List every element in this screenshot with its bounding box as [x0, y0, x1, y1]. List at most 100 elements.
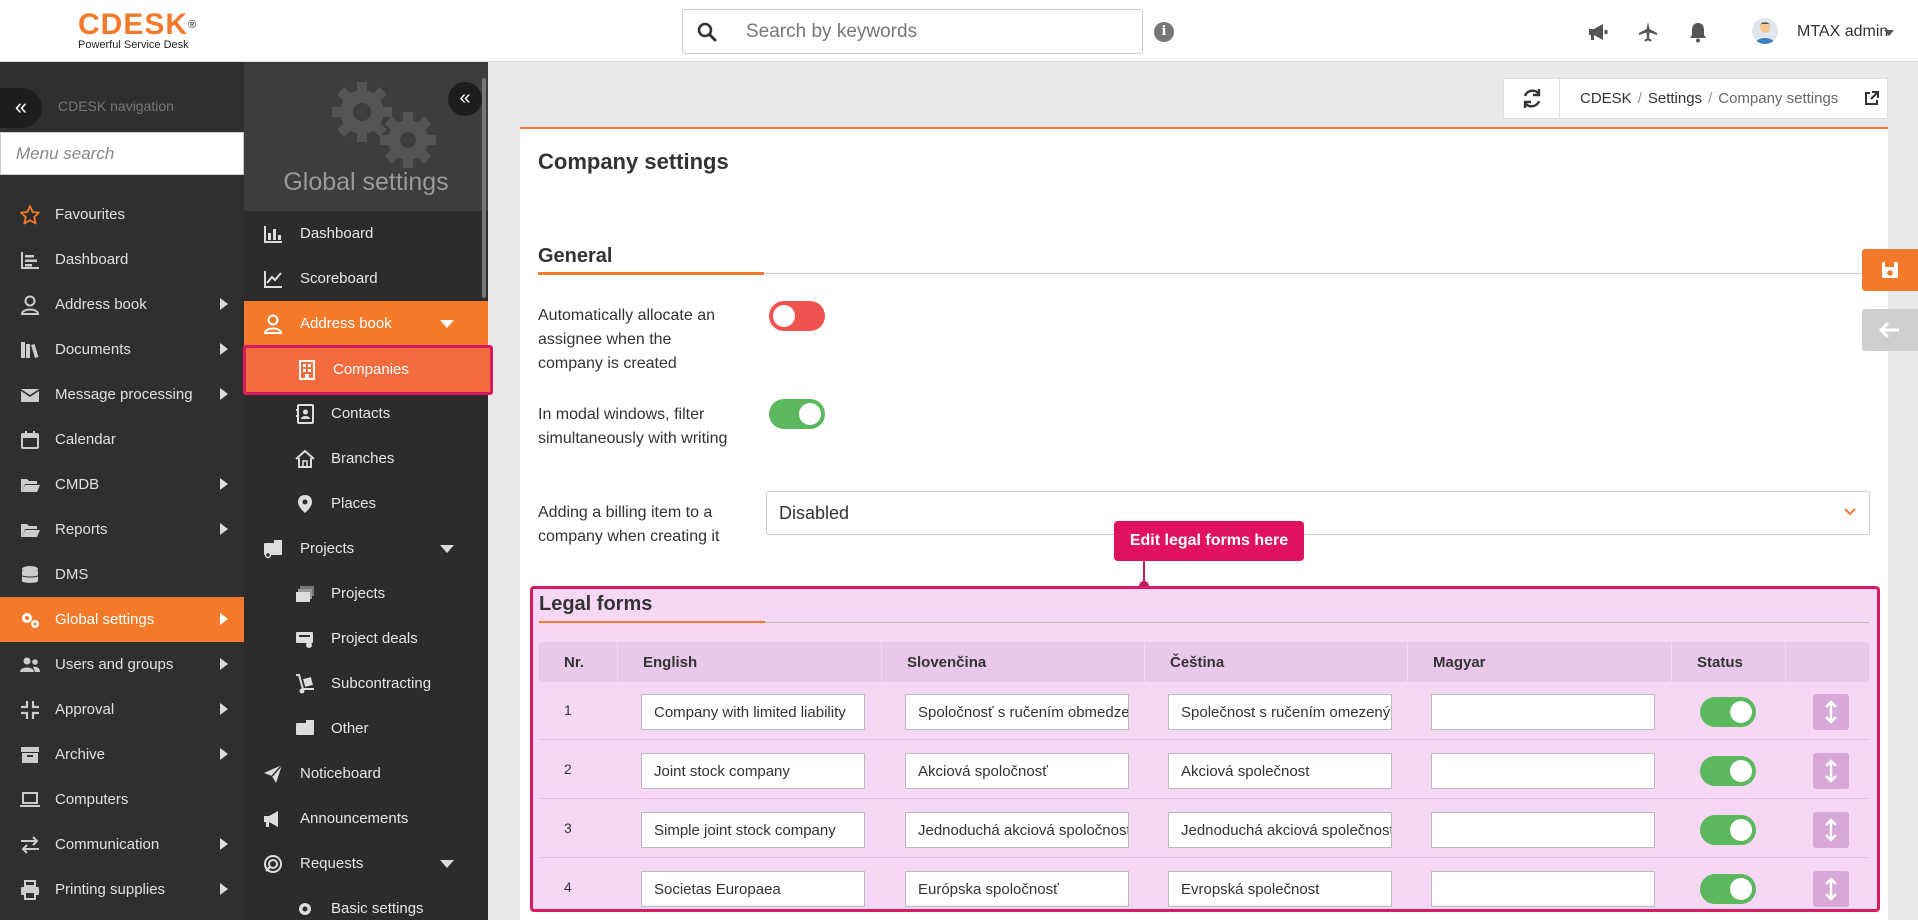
sidebar-item-calendar[interactable]: Calendar — [0, 417, 244, 462]
sidebar-item-favourites[interactable]: Favourites — [0, 192, 244, 237]
caret-down-icon — [440, 860, 454, 868]
drag-handle[interactable] — [1813, 812, 1849, 848]
legal-form-hungarian-input[interactable] — [1431, 694, 1655, 730]
settings-item-requests[interactable]: Requests — [244, 841, 488, 886]
breadcrumb-current: Company settings — [1718, 90, 1839, 107]
chevron-right-icon — [220, 298, 228, 310]
drag-handle[interactable] — [1813, 871, 1849, 907]
settings-item-projects-sub[interactable]: Projects — [244, 571, 488, 616]
row-number: 3 — [564, 820, 572, 836]
chevron-right-icon — [220, 478, 228, 490]
drag-handle[interactable] — [1813, 694, 1849, 730]
collapse-sidebar-button[interactable]: « — [0, 88, 42, 128]
breadcrumb-settings[interactable]: Settings — [1648, 90, 1702, 107]
sidebar-item-archive[interactable]: Archive — [0, 732, 244, 777]
megaphone-icon[interactable] — [1586, 20, 1610, 44]
save-button[interactable] — [1862, 249, 1918, 291]
breadcrumb-cdesk[interactable]: CDESK — [1580, 90, 1632, 107]
cdesk-logo[interactable]: CDESK® Powerful Service Desk — [78, 10, 197, 52]
refresh-button[interactable] — [1504, 79, 1560, 118]
settings-item-contacts[interactable]: Contacts — [244, 391, 488, 436]
settings-item-subcontracting[interactable]: Subcontracting — [244, 661, 488, 706]
modal-filter-toggle[interactable] — [769, 399, 825, 429]
map-pin-icon — [298, 495, 312, 513]
sidebar-item-global-settings[interactable]: Global settings — [0, 597, 244, 642]
bell-icon[interactable] — [1686, 20, 1710, 44]
info-icon[interactable]: i — [1154, 22, 1174, 42]
settings-item-other[interactable]: Other — [244, 706, 488, 751]
legal-form-czech-input[interactable]: Jednoduchá akciová společnost — [1168, 812, 1392, 848]
settings-item-branches[interactable]: Branches — [244, 436, 488, 481]
drag-handle[interactable] — [1813, 753, 1849, 789]
settings-item-noticeboard[interactable]: Noticeboard — [244, 751, 488, 796]
gears-icon — [332, 82, 436, 168]
sidebar-item-address-book[interactable]: Address book — [0, 282, 244, 327]
status-toggle[interactable] — [1700, 815, 1756, 845]
panel-scrollbar[interactable] — [482, 78, 486, 298]
legal-form-english-input[interactable]: Company with limited liability — [641, 694, 865, 730]
settings-item-basic-settings[interactable]: Basic settings — [244, 886, 488, 920]
sidebar-item-computers[interactable]: Computers — [0, 777, 244, 822]
status-toggle[interactable] — [1700, 697, 1756, 727]
settings-item-companies[interactable]: Companies — [243, 345, 493, 395]
settings-item-projects[interactable]: Projects — [244, 526, 488, 571]
status-toggle[interactable] — [1700, 874, 1756, 904]
status-toggle[interactable] — [1700, 756, 1756, 786]
legal-form-czech-input[interactable]: Společnost s ručením omezeným — [1168, 694, 1392, 730]
sidebar-item-printing-supplies[interactable]: Printing supplies — [0, 867, 244, 912]
sidebar-item-communication[interactable]: Communication — [0, 822, 244, 867]
legal-form-czech-input[interactable]: Evropská společnost — [1168, 871, 1392, 907]
section-divider — [539, 621, 1869, 623]
chevron-right-icon — [220, 838, 228, 850]
sidebar-item-cmdb[interactable]: CMDB — [0, 462, 244, 507]
legal-form-slovak-input[interactable]: Akciová spoločnosť — [905, 753, 1129, 789]
arrows-vertical-icon — [1825, 818, 1837, 842]
legal-form-czech-input[interactable]: Akciová společnost — [1168, 753, 1392, 789]
row-number: 1 — [564, 702, 572, 718]
legal-form-slovak-input[interactable]: Jednoduchá akciová spoločnosť — [905, 812, 1129, 848]
arrows-vertical-icon — [1825, 877, 1837, 901]
settings-item-places[interactable]: Places — [244, 481, 488, 526]
settings-item-scoreboard[interactable]: Scoreboard — [244, 256, 488, 301]
legal-form-hungarian-input[interactable] — [1431, 871, 1655, 907]
chevron-down-icon[interactable] — [1884, 30, 1894, 36]
legal-form-english-input[interactable]: Societas Europaea — [641, 871, 865, 907]
chevron-right-icon — [220, 388, 228, 400]
sidebar-item-approval[interactable]: Approval — [0, 687, 244, 732]
column-header-czech: Čeština — [1170, 654, 1225, 671]
menu-search-input[interactable] — [0, 132, 244, 175]
sidebar-item-dashboard[interactable]: Dashboard — [0, 237, 244, 282]
auto-assignee-toggle[interactable] — [769, 301, 825, 331]
settings-item-project-deals[interactable]: Project deals — [244, 616, 488, 661]
refresh-icon — [1523, 89, 1541, 108]
legal-form-english-input[interactable]: Simple joint stock company — [641, 812, 865, 848]
dashboard-icon — [21, 252, 39, 269]
breadcrumb-trail: CDESK / Settings / Company settings — [1580, 90, 1839, 107]
collapse-panel-button[interactable]: « — [448, 82, 482, 116]
avatar[interactable] — [1752, 18, 1778, 44]
compress-icon — [21, 701, 39, 719]
sidebar-item-documents[interactable]: Documents — [0, 327, 244, 372]
settings-item-dashboard[interactable]: Dashboard — [244, 211, 488, 256]
plane-icon[interactable] — [1636, 20, 1660, 44]
table-header: Nr. English Slovenčina Čeština Magyar St… — [539, 642, 1869, 682]
billing-item-select[interactable]: Disabled — [766, 491, 1870, 535]
legal-form-hungarian-input[interactable] — [1431, 812, 1655, 848]
sidebar-item-dms[interactable]: DMS — [0, 552, 244, 597]
back-button[interactable] — [1862, 309, 1918, 351]
sidebar-item-users-and-groups[interactable]: Users and groups — [0, 642, 244, 687]
external-link-icon[interactable] — [1864, 91, 1879, 106]
user-name[interactable]: MTAX admin — [1797, 23, 1888, 41]
search-input[interactable] — [746, 18, 1126, 46]
caret-down-icon — [440, 320, 454, 328]
sidebar-item-reports[interactable]: Reports — [0, 507, 244, 552]
legal-form-hungarian-input[interactable] — [1431, 753, 1655, 789]
legal-form-slovak-input[interactable]: Spoločnosť s ručením obmedzeným — [905, 694, 1129, 730]
legal-form-slovak-input[interactable]: Európska spoločnosť — [905, 871, 1129, 907]
settings-item-announcements[interactable]: Announcements — [244, 796, 488, 841]
sidebar-item-message-processing[interactable]: Message processing — [0, 372, 244, 417]
settings-item-address-book[interactable]: Address book — [244, 301, 488, 346]
user-avatar-icon — [1755, 22, 1775, 44]
bar-chart-icon — [264, 226, 282, 243]
legal-form-english-input[interactable]: Joint stock company — [641, 753, 865, 789]
